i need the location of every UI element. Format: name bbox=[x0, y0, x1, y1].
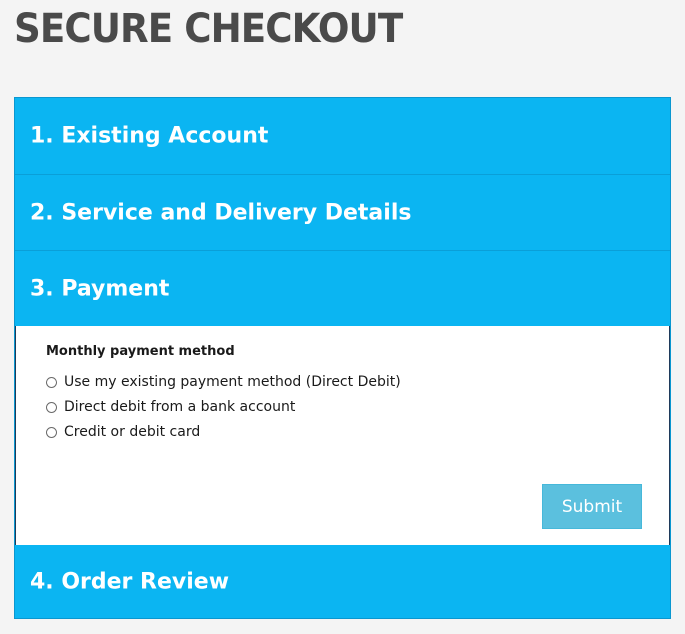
radio-button[interactable] bbox=[46, 376, 57, 388]
section-title: 2. Service and Delivery Details bbox=[30, 200, 412, 225]
radio-button[interactable] bbox=[46, 401, 57, 413]
page-title: SECURE CHECKOUT bbox=[14, 6, 403, 52]
payment-method-label: Monthly payment method bbox=[46, 344, 235, 359]
payment-option-label: Credit or debit card bbox=[64, 424, 201, 440]
checkout-accordion: 1. Existing Account 2. Service and Deliv… bbox=[14, 97, 671, 619]
radio-button[interactable] bbox=[46, 426, 57, 438]
section-order-review-header[interactable]: 4. Order Review bbox=[15, 545, 670, 618]
payment-panel: Monthly payment method Use my existing p… bbox=[15, 326, 670, 545]
payment-option-label: Use my existing payment method (Direct D… bbox=[64, 374, 401, 390]
section-title: 4. Order Review bbox=[30, 569, 230, 594]
payment-option-card[interactable]: Credit or debit card bbox=[46, 423, 200, 441]
payment-option-bank-account[interactable]: Direct debit from a bank account bbox=[46, 398, 295, 416]
section-title: 3. Payment bbox=[30, 276, 170, 301]
section-title: 1. Existing Account bbox=[30, 123, 269, 149]
payment-option-existing[interactable]: Use my existing payment method (Direct D… bbox=[46, 373, 401, 391]
submit-button[interactable]: Submit bbox=[542, 484, 642, 529]
payment-option-label: Direct debit from a bank account bbox=[64, 399, 296, 415]
section-payment-header[interactable]: 3. Payment bbox=[15, 250, 670, 326]
section-service-delivery-header[interactable]: 2. Service and Delivery Details bbox=[15, 174, 670, 250]
section-existing-account-header[interactable]: 1. Existing Account bbox=[15, 98, 670, 174]
